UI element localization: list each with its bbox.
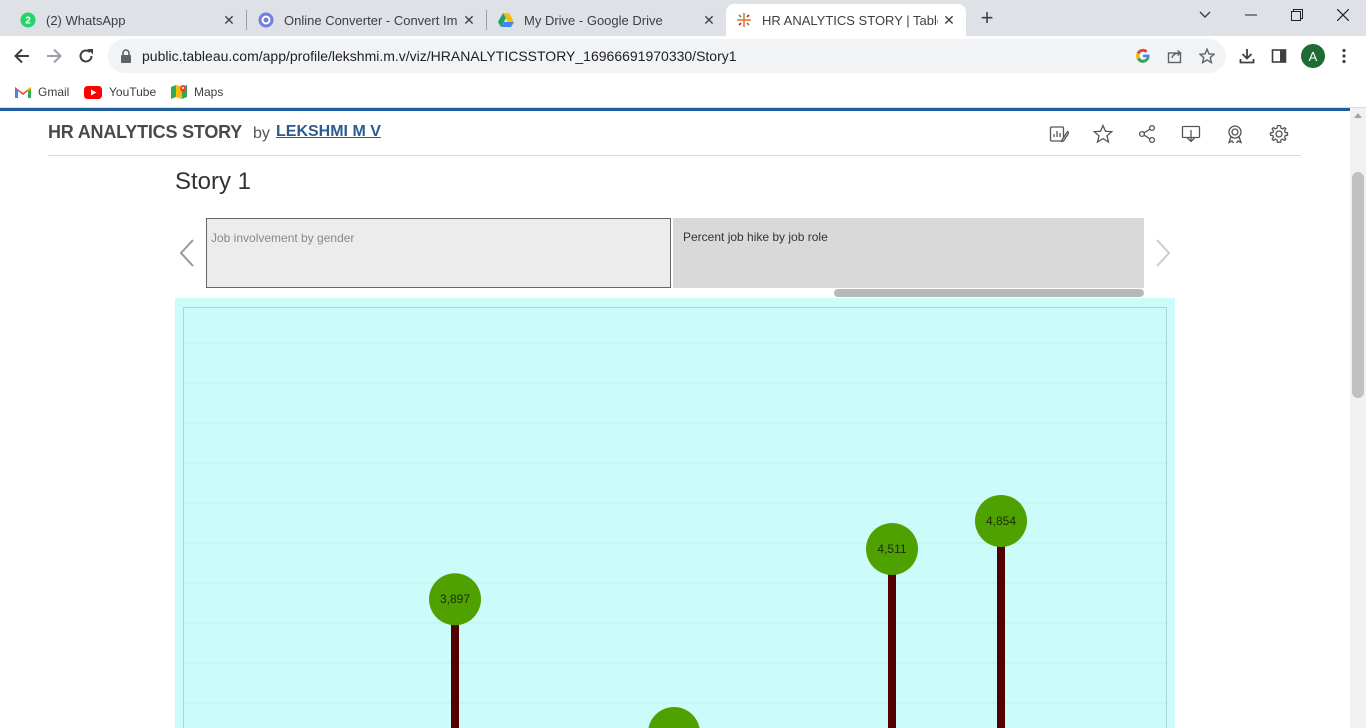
tab-whatsapp[interactable]: 2 (2) WhatsApp ✕ [0, 4, 246, 36]
page-scrollbar[interactable] [1350, 108, 1366, 728]
share-icon[interactable] [1166, 47, 1184, 65]
story-previous-arrow-icon[interactable] [178, 238, 198, 268]
favorite-star-icon[interactable] [1091, 122, 1115, 146]
gmail-icon [15, 84, 31, 100]
close-tab-icon[interactable]: ✕ [218, 9, 240, 31]
side-panel-icon [1271, 49, 1287, 63]
tab-strip: 2 (2) WhatsApp ✕ Online Converter - Conv… [0, 0, 1366, 36]
viz-title: HR ANALYTICS STORY [48, 122, 243, 142]
bookmarks-bar: Gmail YouTube Maps [0, 76, 1366, 108]
bookmark-star-icon[interactable] [1198, 47, 1216, 65]
bookmark-youtube[interactable]: YouTube [84, 82, 156, 102]
lollipop-chart: 3,897 4,511 4,854 [184, 342, 1166, 728]
data-label: 4,854 [986, 514, 1016, 528]
scrollbar-thumb[interactable] [1352, 172, 1364, 398]
bookmark-label: Gmail [38, 85, 70, 99]
svg-text:2: 2 [25, 16, 31, 27]
profile-avatar[interactable]: A [1301, 44, 1325, 68]
tab-online-converter[interactable]: Online Converter - Convert Imag ✕ [238, 4, 486, 36]
youtube-icon [84, 84, 102, 100]
bookmark-label: YouTube [109, 85, 157, 99]
close-tab-icon[interactable]: ✕ [698, 9, 720, 31]
tab-title: Online Converter - Convert Imag [284, 12, 458, 28]
back-button[interactable] [8, 42, 36, 70]
viz-container: 3,897 4,511 4,854 [175, 298, 1175, 728]
close-tab-icon[interactable]: ✕ [938, 9, 960, 31]
new-tab-button[interactable]: + [975, 5, 999, 30]
viz-header: HR ANALYTICS STORY by LEKSHMI M V [48, 120, 1301, 156]
maps-icon [171, 84, 187, 100]
story-next-arrow-icon[interactable] [1152, 238, 1172, 268]
tab-tableau[interactable]: HR ANALYTICS STORY | Tableau ✕ [726, 4, 966, 36]
story-navigator-scrollbar[interactable] [834, 289, 1144, 297]
downloads-button[interactable] [1236, 45, 1258, 67]
story-point-job-involvement[interactable]: Job involvement by gender [206, 218, 671, 288]
reload-icon [79, 49, 93, 63]
arrow-left-icon [14, 48, 29, 64]
chevron-down-icon [1199, 11, 1211, 18]
more-vertical-icon [1342, 48, 1346, 64]
tab-title: (2) WhatsApp [46, 12, 126, 28]
author-link[interactable]: LEKSHMI M V [276, 123, 381, 141]
bookmark-gmail[interactable]: Gmail [15, 82, 69, 102]
tableau-icon [736, 12, 752, 28]
bookmark-maps[interactable]: Maps [171, 82, 223, 102]
story-point-label: Percent job hike by job role [683, 230, 828, 244]
side-panel-button[interactable] [1268, 45, 1290, 67]
scroll-up-arrow-icon[interactable] [1354, 113, 1362, 118]
tab-search-button[interactable] [1182, 0, 1228, 30]
tab-google-drive[interactable]: My Drive - Google Drive ✕ [478, 4, 726, 36]
arrow-right-icon [47, 48, 62, 64]
google-drive-icon [498, 12, 514, 28]
story-title: Story 1 [175, 168, 252, 195]
tab-title: HR ANALYTICS STORY | Tableau [762, 12, 938, 28]
minimize-icon [1245, 14, 1257, 16]
tableau-page: HR ANALYTICS STORY by LEKSHMI M V Story … [0, 111, 1350, 728]
close-tab-icon[interactable]: ✕ [458, 9, 480, 31]
tab-title: My Drive - Google Drive [524, 12, 663, 28]
forward-button[interactable] [40, 42, 68, 70]
close-icon [1337, 9, 1349, 21]
by-label: by [253, 125, 270, 142]
address-bar[interactable]: public.tableau.com/app/profile/lekshmi.m… [108, 39, 1226, 73]
data-label: 3,897 [440, 592, 470, 606]
restore-icon [1291, 9, 1303, 21]
data-label: 4,511 [877, 542, 906, 556]
story-point-percent-job-hike[interactable]: Percent job hike by job role [673, 218, 1144, 288]
lock-icon[interactable] [120, 49, 132, 68]
share-icon[interactable] [1135, 122, 1159, 146]
restore-button[interactable] [1274, 0, 1320, 30]
browser-menu-button[interactable] [1333, 45, 1355, 67]
download-icon[interactable] [1179, 122, 1203, 146]
badge-award-icon[interactable] [1223, 122, 1247, 146]
minimize-button[interactable] [1228, 0, 1274, 30]
whatsapp-icon: 2 [20, 12, 36, 28]
browser-toolbar: public.tableau.com/app/profile/lekshmi.m… [0, 36, 1366, 76]
edit-viz-icon[interactable] [1047, 122, 1071, 146]
story-point-label: Job involvement by gender [211, 231, 355, 245]
lollipop-head[interactable] [648, 707, 700, 728]
bookmark-label: Maps [194, 85, 224, 99]
converter-icon [258, 12, 274, 28]
settings-gear-icon[interactable] [1267, 122, 1291, 146]
download-icon [1239, 49, 1255, 64]
reload-button[interactable] [72, 42, 100, 70]
google-lens-icon[interactable] [1134, 47, 1152, 65]
url-text[interactable]: public.tableau.com/app/profile/lekshmi.m… [142, 48, 737, 64]
close-window-button[interactable] [1320, 0, 1366, 30]
